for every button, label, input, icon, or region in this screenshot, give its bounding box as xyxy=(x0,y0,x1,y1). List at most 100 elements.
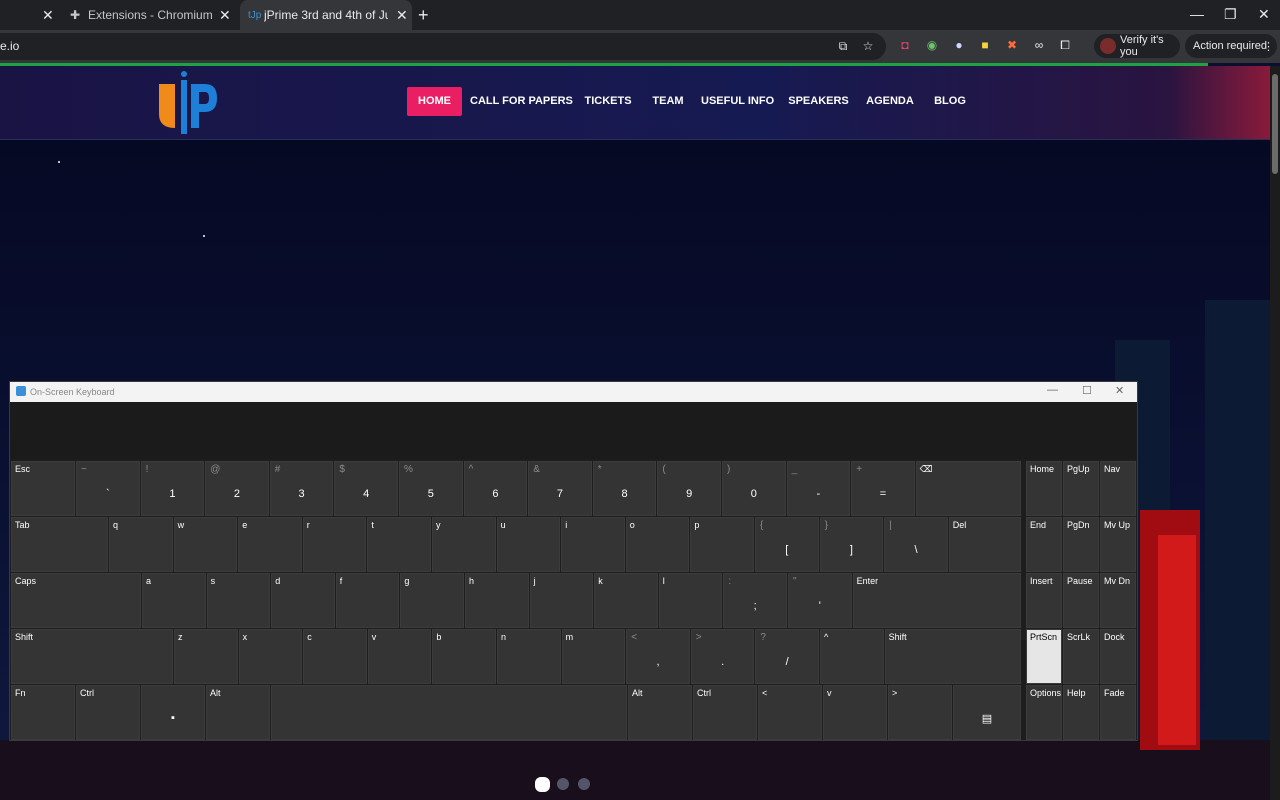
nav-call-for-papers[interactable]: CALL FOR PAPERS xyxy=(470,87,573,116)
key-10[interactable]: ) 0 xyxy=(722,461,786,516)
key-r2-10[interactable]: " ' xyxy=(788,573,852,628)
key-space[interactable] xyxy=(271,685,627,740)
extension-spy-icon[interactable]: ∞ xyxy=(1032,38,1046,52)
key-r3-0[interactable]: z xyxy=(174,629,238,684)
key-6[interactable]: ^ 6 xyxy=(463,461,528,516)
key-r2-8[interactable]: l xyxy=(658,573,723,628)
key-r3-5[interactable]: n xyxy=(497,629,561,684)
scroll-thumb[interactable] xyxy=(1272,74,1278,174)
key-insert[interactable]: Insert xyxy=(1026,573,1062,628)
key-fn[interactable]: Fn xyxy=(11,685,75,740)
key-r3-3[interactable]: v xyxy=(367,629,432,684)
key-nav[interactable]: Nav xyxy=(1100,461,1136,516)
key-r1-12[interactable]: | \ xyxy=(884,517,948,572)
address-bar[interactable]: e.io ⧉ ☆ xyxy=(0,33,886,60)
restore-icon[interactable]: ❐ xyxy=(1224,6,1237,23)
key-r3-6[interactable]: m xyxy=(561,629,626,684)
key-down[interactable]: v xyxy=(823,685,887,740)
key-11[interactable]: _ - xyxy=(786,461,851,516)
close-tab-icon[interactable]: ✕ xyxy=(219,7,231,24)
install-app-icon[interactable]: ⧉ xyxy=(836,39,850,53)
verify-button[interactable]: Verify it's you xyxy=(1094,34,1180,58)
close-icon[interactable]: ✕ xyxy=(1115,384,1124,397)
bookmark-star-icon[interactable]: ☆ xyxy=(861,39,875,53)
osk-title-bar[interactable]: On-Screen Keyboard — ☐ ✕ xyxy=(10,382,1137,402)
menu-dots-icon[interactable]: ⋮ xyxy=(1263,40,1274,53)
key-tab[interactable]: Tab xyxy=(11,517,108,572)
key-12[interactable]: + = xyxy=(851,461,915,516)
key-up[interactable]: ^ xyxy=(820,629,884,684)
key-menu[interactable]: ▤ xyxy=(953,685,1021,740)
close-tab-icon[interactable]: ✕ xyxy=(42,7,54,24)
nav-agenda[interactable]: AGENDA xyxy=(863,87,917,116)
key-ctrl-left[interactable]: Ctrl xyxy=(76,685,140,740)
key-r1-0[interactable]: q xyxy=(109,517,173,572)
key-r2-0[interactable]: a xyxy=(142,573,206,628)
nav-blog[interactable]: BLOG xyxy=(931,87,969,116)
extension-compass-icon[interactable]: ◉ xyxy=(925,38,939,52)
key-del[interactable]: Del xyxy=(948,517,1021,572)
key-r1-7[interactable]: i xyxy=(561,517,625,572)
key-9[interactable]: (9 xyxy=(657,461,721,516)
key-5[interactable]: % 5 xyxy=(399,461,463,516)
maximize-icon[interactable]: ☐ xyxy=(1082,384,1092,397)
nav-speakers[interactable]: SPEAKERS xyxy=(788,87,849,116)
key-r3-9[interactable]: ? / xyxy=(755,629,819,684)
key-ctrl-right[interactable]: Ctrl xyxy=(693,685,757,740)
key-r2-6[interactable]: j xyxy=(529,573,594,628)
key-caps[interactable]: Caps xyxy=(11,573,141,628)
close-window-icon[interactable]: ✕ xyxy=(1258,6,1270,23)
key-4[interactable]: $4 xyxy=(334,461,398,516)
close-tab-icon[interactable]: ✕ xyxy=(396,7,408,24)
key-1[interactable]: ! 1 xyxy=(140,461,205,516)
key-r2-7[interactable]: k xyxy=(594,573,658,628)
key-r1-8[interactable]: o xyxy=(625,517,690,572)
key-pause[interactable]: Pause xyxy=(1063,573,1099,628)
key-r2-5[interactable]: h xyxy=(465,573,529,628)
extension-color-icon[interactable]: ✖ xyxy=(1005,38,1019,52)
key-r2-1[interactable]: s xyxy=(206,573,271,628)
key-r3-2[interactable]: c xyxy=(303,629,367,684)
key-esc[interactable]: Esc xyxy=(11,461,75,516)
key-alt-left[interactable]: Alt xyxy=(206,685,270,740)
slider-dot-1[interactable] xyxy=(535,777,550,792)
key-options[interactable]: Options xyxy=(1026,685,1062,740)
key-help[interactable]: Help xyxy=(1063,685,1099,740)
key-r1-9[interactable]: p xyxy=(690,517,754,572)
key-r3-7[interactable]: <, xyxy=(626,629,690,684)
key-2[interactable]: @2 xyxy=(205,461,269,516)
key-0[interactable]: ~ ` xyxy=(76,461,140,516)
key-r3-8[interactable]: >. xyxy=(690,629,755,684)
nav-useful-info[interactable]: USEFUL INFO xyxy=(701,87,774,116)
key-dock[interactable]: Dock xyxy=(1100,629,1136,684)
tab-0[interactable]: ✕ xyxy=(0,0,60,30)
slider-dot-3[interactable] xyxy=(578,778,590,790)
key-home[interactable]: Home xyxy=(1026,461,1062,516)
key-r2-3[interactable]: f xyxy=(335,573,400,628)
key-7[interactable]: & 7 xyxy=(528,461,592,516)
key-r1-2[interactable]: e xyxy=(238,517,302,572)
key-r1-3[interactable]: r xyxy=(302,517,367,572)
key-mv-up[interactable]: Mv Up xyxy=(1100,517,1136,572)
nav-tickets[interactable]: TICKETS xyxy=(582,87,634,116)
key-shift-left[interactable]: Shift xyxy=(11,629,173,684)
key-enter[interactable]: Enter xyxy=(852,573,1021,628)
key-fade[interactable]: Fade xyxy=(1100,685,1136,740)
key-prtscn[interactable]: PrtScn xyxy=(1026,629,1062,684)
key-r1-6[interactable]: u xyxy=(496,517,561,572)
extension-shield-icon[interactable]: ● xyxy=(952,38,966,52)
key-r3-1[interactable]: x xyxy=(238,629,303,684)
key-8[interactable]: * 8 xyxy=(592,461,657,516)
key-windows[interactable]: ▪ xyxy=(141,685,205,740)
key-shift-right[interactable]: Shift xyxy=(884,629,1021,684)
key-scrlk[interactable]: ScrLk xyxy=(1063,629,1099,684)
nav-team[interactable]: TEAM xyxy=(648,87,688,116)
key-right[interactable]: > xyxy=(888,685,952,740)
key-r2-4[interactable]: g xyxy=(400,573,464,628)
key-r2-2[interactable]: d xyxy=(271,573,335,628)
jprime-logo[interactable] xyxy=(155,70,219,134)
key-backspace[interactable]: ⌫ xyxy=(915,461,1021,516)
slider-dot-2[interactable] xyxy=(557,778,569,790)
key-alt-right[interactable]: Alt xyxy=(628,685,692,740)
action-required-button[interactable]: Action required ⋮ xyxy=(1185,34,1277,58)
